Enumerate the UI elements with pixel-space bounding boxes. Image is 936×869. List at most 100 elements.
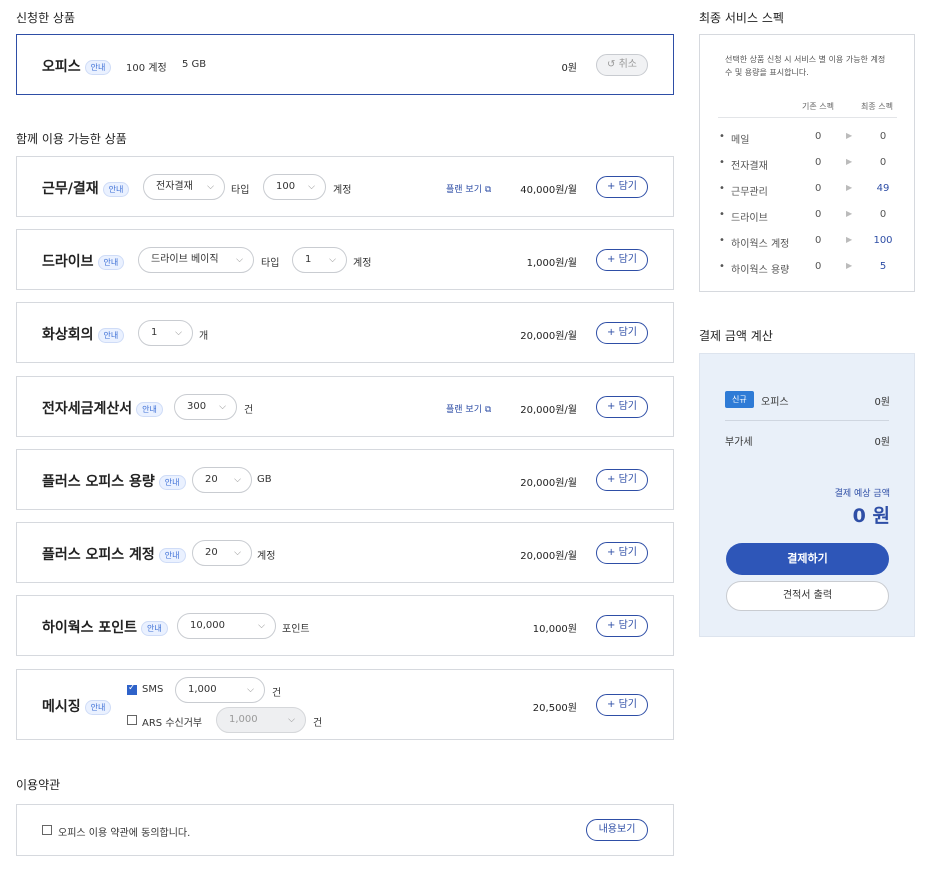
vat-label: 부가세	[725, 437, 753, 448]
info-badge[interactable]: 안내	[97, 327, 125, 343]
addon-card: 드라이브 안내 드라이브 베이직 ⌵ 타입 1 ⌵ 계정 1,000원/월 + 담기	[16, 229, 674, 290]
plan-view-link[interactable]: 플랜 보기 ⧉	[446, 402, 491, 415]
sms-label: SMS	[142, 684, 164, 695]
addon-card: 화상회의 안내 1 ⌵ 개 20,000원/월 + 담기	[16, 302, 674, 363]
cancel-button[interactable]: ↺ 취소	[596, 54, 648, 76]
addon-card: 플러스 오피스 계정 안내 20 ⌵ 계정 20,000원/월 + 담기	[16, 522, 674, 583]
addon-name: 화상회의 안내	[42, 324, 125, 344]
info-badge[interactable]: 안내	[84, 59, 112, 75]
add-button[interactable]: + 담기	[596, 249, 648, 271]
chevron-down-icon: ⌵	[329, 255, 336, 265]
quantity-select[interactable]: 1 ⌵	[138, 320, 193, 346]
addon-price: 20,000원/월	[520, 551, 577, 562]
divider	[725, 420, 889, 421]
spec-section-title: 최종 서비스 스펙	[699, 11, 784, 25]
unit-label: 계정	[333, 185, 352, 196]
payment-panel: 신규 오피스 0원 부가세 0원 결제 예상 금액 0 원 결제하기 견적서 출…	[699, 353, 915, 637]
product-name: 오피스 안내	[42, 56, 112, 76]
info-badge[interactable]: 안내	[158, 474, 186, 490]
chevron-down-icon: ⌵	[258, 621, 265, 631]
addon-card: 전자세금계산서 안내 300 ⌵ 건 플랜 보기 ⧉ 20,000원/월 + 담기	[16, 376, 674, 437]
unit-label: 건	[244, 405, 254, 416]
plan-view-link[interactable]: 플랜 보기 ⧉	[446, 182, 491, 195]
info-badge[interactable]: 안내	[141, 620, 168, 636]
arrow-right-icon: ▶	[846, 131, 853, 140]
arrow-right-icon: ▶	[846, 209, 853, 218]
arrow-right-icon: ▶	[846, 261, 853, 270]
quantity-select[interactable]: 300 ⌵	[174, 394, 237, 420]
unit-label: 계정	[353, 258, 372, 269]
terms-view-button[interactable]: 내용보기	[586, 819, 648, 841]
unit-label: 타입	[261, 258, 280, 269]
add-button[interactable]: + 담기	[596, 322, 648, 344]
add-button[interactable]: + 담기	[596, 542, 648, 564]
applied-section-title: 신청한 상품	[16, 11, 76, 25]
add-button[interactable]: + 담기	[596, 694, 648, 716]
unit-label: 타입	[231, 185, 250, 196]
account-select[interactable]: 100 ⌵	[263, 174, 326, 200]
vat-amount: 0원	[874, 437, 890, 448]
spec-panel: 선택한 상품 신청 시 서비스 별 이용 가능한 계정 수 및 용량을 표시합니…	[699, 34, 915, 292]
unit-label: 개	[199, 331, 209, 342]
account-select[interactable]: 20 ⌵	[192, 540, 252, 566]
spec-col-base: 기존 스펙	[802, 102, 834, 111]
terms-agree-checkbox[interactable]	[42, 825, 52, 835]
product-price: 0원	[561, 63, 577, 74]
account-count: 100 계정	[126, 63, 167, 74]
quote-print-button[interactable]: 견적서 출력	[726, 581, 889, 611]
spec-col-final: 최종 스펙	[861, 102, 893, 111]
unit-label: GB	[257, 474, 272, 485]
terms-card: 오피스 이용 약관에 동의합니다. 내용보기	[16, 804, 674, 856]
addon-name: 플러스 오피스 계정 안내	[42, 544, 186, 564]
addon-card: 하이웍스 포인트 안내 10,000 ⌵ 포인트 10,000원 + 담기	[16, 595, 674, 656]
addon-price: 20,500원	[532, 703, 577, 714]
addon-card: 플러스 오피스 용량 안내 20 ⌵ GB 20,000원/월 + 담기	[16, 449, 674, 510]
storage-size: 5 GB	[182, 59, 207, 70]
addon-name: 근무/결재 안내	[42, 178, 130, 198]
terms-section-title: 이용약관	[16, 778, 61, 792]
point-select[interactable]: 10,000 ⌵	[177, 613, 276, 639]
addon-name: 하이웍스 포인트 안내	[42, 617, 168, 637]
ars-checkbox[interactable]	[127, 715, 137, 725]
chevron-down-icon: ⌵	[288, 715, 295, 725]
arrow-right-icon: ▶	[846, 235, 853, 244]
addon-name: 드라이브 안내	[42, 251, 125, 271]
chevron-down-icon: ⌵	[207, 182, 214, 192]
add-button[interactable]: + 담기	[596, 176, 648, 198]
payment-section-title: 결제 금액 계산	[699, 329, 773, 343]
addon-price: 40,000원/월	[520, 185, 577, 196]
addons-section-title: 함께 이용 가능한 상품	[16, 132, 127, 146]
type-select[interactable]: 전자결재 ⌵	[143, 174, 225, 200]
add-button[interactable]: + 담기	[596, 396, 648, 418]
expected-amount: 0 원	[852, 505, 890, 527]
info-badge[interactable]: 안내	[158, 547, 186, 563]
ars-quantity-select[interactable]: 1,000 ⌵	[216, 707, 306, 733]
addon-card: 근무/결재 안내 전자결재 ⌵ 타입 100 ⌵ 계정 플랜 보기 ⧉ 40,000원…	[16, 156, 674, 217]
add-button[interactable]: + 담기	[596, 615, 648, 637]
unit-label: 건	[313, 718, 323, 729]
sms-quantity-select[interactable]: 1,000 ⌵	[175, 677, 265, 703]
type-select[interactable]: 드라이브 베이직 ⌵	[138, 247, 254, 273]
info-badge[interactable]: 안내	[136, 401, 163, 417]
spec-description: 선택한 상품 신청 시 서비스 별 이용 가능한 계정 수 및 용량을 표시합니…	[725, 55, 886, 77]
sms-checkbox[interactable]	[127, 683, 137, 695]
payment-item-price: 0원	[874, 397, 890, 408]
chevron-down-icon: ⌵	[219, 402, 226, 412]
divider	[718, 117, 897, 118]
chevron-down-icon: ⌵	[236, 255, 243, 265]
add-button[interactable]: + 담기	[596, 469, 648, 491]
unit-label: 건	[272, 688, 282, 699]
info-badge[interactable]: 안내	[84, 699, 112, 715]
account-select[interactable]: 1 ⌵	[292, 247, 347, 273]
storage-select[interactable]: 20 ⌵	[192, 467, 252, 493]
addon-name: 플러스 오피스 용량 안내	[42, 471, 186, 491]
arrow-right-icon: ▶	[846, 157, 853, 166]
info-badge[interactable]: 안내	[97, 254, 125, 270]
addon-price: 10,000원	[532, 624, 577, 635]
new-badge: 신규	[725, 391, 754, 408]
pay-button[interactable]: 결제하기	[726, 543, 889, 575]
chevron-down-icon: ⌵	[247, 685, 254, 695]
addon-price: 1,000원/월	[526, 258, 577, 269]
info-badge[interactable]: 안내	[102, 181, 130, 197]
terms-agree-label: 오피스 이용 약관에 동의합니다.	[58, 828, 191, 839]
